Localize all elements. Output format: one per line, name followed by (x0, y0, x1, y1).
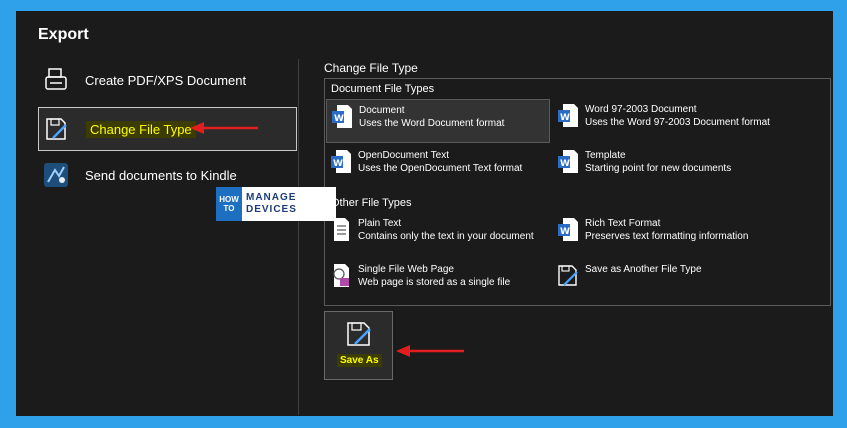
vertical-divider (298, 59, 299, 415)
filetype-name: Rich Text Format (585, 218, 661, 229)
opendocument-icon: W (330, 149, 352, 175)
change-file-type-icon (42, 114, 72, 144)
save-as-another-icon (557, 263, 579, 289)
filetype-desc: Web page is stored as a single file (358, 277, 511, 288)
filetype-document[interactable]: W Document Uses the Word Document format (326, 99, 550, 143)
watermark-to: TO (223, 204, 235, 213)
filetype-name: Save as Another File Type (585, 264, 702, 275)
save-as-button[interactable]: Save As (324, 311, 393, 380)
filetype-desc: Uses the Word Document format (359, 118, 505, 129)
filetype-desc: Uses the OpenDocument Text format (358, 163, 523, 174)
watermark-how-block: HOW TO (216, 187, 242, 221)
filetype-desc: Contains only the text in your document (358, 231, 534, 242)
filetype-name: Word 97-2003 Document (585, 104, 697, 115)
export-panel: Export Create PDF/XPS Document Change Fi… (16, 11, 833, 416)
svg-text:W: W (560, 159, 570, 169)
filetype-template[interactable]: W Template Starting point for new docume… (553, 145, 777, 189)
file-types-box: Document File Types W Document Uses the … (324, 78, 831, 306)
svg-text:W: W (560, 113, 570, 123)
svg-text:W: W (560, 227, 570, 237)
filetype-word-97-2003[interactable]: W Word 97-2003 Document Uses the Word 97… (553, 99, 777, 143)
save-as-label: Save As (337, 354, 382, 367)
panel-title: Export (38, 26, 89, 43)
nav-create-pdf-xps[interactable]: Create PDF/XPS Document (38, 59, 296, 101)
filetype-plain-text[interactable]: Plain Text Contains only the text in you… (326, 213, 550, 257)
change-file-type-title: Change File Type (324, 61, 418, 75)
nav-label: Change File Type (86, 120, 196, 138)
kindle-icon (41, 160, 71, 190)
filetype-single-file-web-page[interactable]: Single File Web Page Web page is stored … (326, 259, 550, 303)
watermark-how: HOW (219, 195, 239, 204)
watermark-text: MANAGE DEVICES (242, 192, 297, 216)
filetype-opendocument-text[interactable]: W OpenDocument Text Uses the OpenDocumen… (326, 145, 550, 189)
template-icon: W (557, 149, 579, 175)
other-file-types-heading: Other File Types (331, 197, 412, 209)
filetype-desc: Uses the Word 97-2003 Document format (585, 117, 770, 128)
filetype-desc: Starting point for new documents (585, 163, 732, 174)
document-file-types-heading: Document File Types (331, 83, 435, 95)
annotation-arrow-save-as (396, 345, 464, 357)
filetype-name: Single File Web Page (358, 264, 454, 275)
pdf-icon (41, 65, 71, 95)
watermark-line2: DEVICES (246, 204, 297, 215)
word-doc-icon: W (331, 104, 353, 130)
nav-label: Send documents to Kindle (85, 167, 237, 183)
filetype-name: OpenDocument Text (358, 150, 449, 161)
filetype-save-as-another[interactable]: Save as Another File Type (553, 259, 777, 303)
rich-text-icon: W (557, 217, 579, 243)
filetype-rich-text-format[interactable]: W Rich Text Format Preserves text format… (553, 213, 777, 257)
word-97-2003-icon: W (557, 103, 579, 129)
nav-label: Create PDF/XPS Document (85, 72, 247, 88)
web-page-icon (330, 263, 352, 289)
filetype-desc: Preserves text formatting information (585, 231, 749, 242)
watermark-line1: MANAGE (246, 192, 297, 203)
filetype-name: Document (359, 105, 405, 116)
filetype-name: Template (585, 150, 626, 161)
annotation-arrow-change-file-type (190, 122, 258, 134)
svg-text:W: W (333, 159, 343, 169)
svg-text:W: W (334, 114, 344, 124)
filetype-name: Plain Text (358, 218, 402, 229)
save-as-icon (345, 320, 373, 353)
how-to-manage-devices-watermark: HOW TO MANAGE DEVICES (216, 187, 336, 221)
